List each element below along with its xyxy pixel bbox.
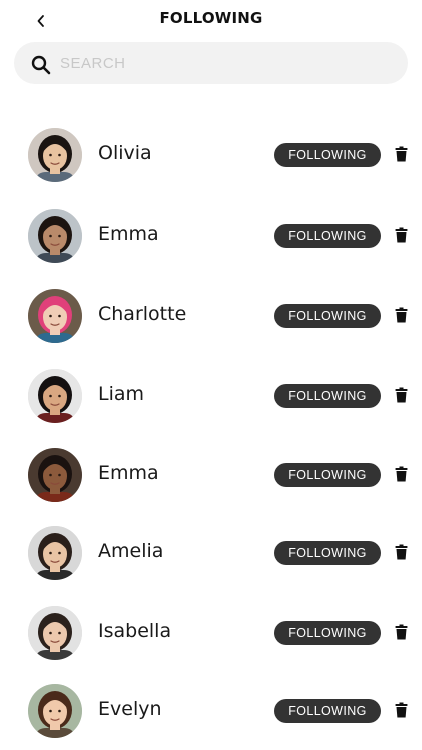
avatar-image	[28, 209, 82, 263]
user-name: Emma	[98, 462, 159, 484]
delete-button[interactable]	[393, 701, 409, 719]
following-button[interactable]: FOLLOWING	[274, 143, 381, 167]
following-list: Olivia FOLLOWING Emma FOLLOWING Charlotte FOL…	[0, 0, 422, 750]
following-row[interactable]: Liam FOLLOWING	[0, 361, 422, 431]
avatar-image	[28, 128, 82, 182]
delete-button[interactable]	[393, 306, 409, 324]
user-name: Olivia	[98, 142, 152, 164]
user-name: Charlotte	[98, 303, 187, 325]
avatar[interactable]	[28, 448, 82, 502]
trash-icon	[395, 387, 407, 403]
avatar[interactable]	[28, 684, 82, 738]
avatar[interactable]	[28, 289, 82, 343]
following-row[interactable]: Emma FOLLOWING	[0, 440, 422, 510]
avatar[interactable]	[28, 606, 82, 660]
trash-icon	[395, 702, 407, 718]
user-name: Liam	[98, 383, 145, 405]
delete-button[interactable]	[393, 226, 409, 244]
following-button[interactable]: FOLLOWING	[274, 699, 381, 723]
avatar-image	[28, 289, 82, 343]
following-button[interactable]: FOLLOWING	[274, 541, 381, 565]
trash-icon	[395, 307, 407, 323]
delete-button[interactable]	[393, 145, 409, 163]
trash-icon	[395, 624, 407, 640]
user-name: Evelyn	[98, 698, 162, 720]
following-button[interactable]: FOLLOWING	[274, 384, 381, 408]
avatar-image	[28, 369, 82, 423]
following-button[interactable]: FOLLOWING	[274, 621, 381, 645]
following-row[interactable]: Charlotte FOLLOWING	[0, 281, 422, 351]
following-row[interactable]: Evelyn FOLLOWING	[0, 676, 422, 746]
avatar-image	[28, 606, 82, 660]
avatar[interactable]	[28, 526, 82, 580]
avatar-image	[28, 684, 82, 738]
avatar[interactable]	[28, 369, 82, 423]
delete-button[interactable]	[393, 465, 409, 483]
delete-button[interactable]	[393, 623, 409, 641]
user-name: Amelia	[98, 540, 164, 562]
following-row[interactable]: Emma FOLLOWING	[0, 201, 422, 271]
following-row[interactable]: Isabella FOLLOWING	[0, 598, 422, 668]
delete-button[interactable]	[393, 386, 409, 404]
trash-icon	[395, 544, 407, 560]
trash-icon	[395, 227, 407, 243]
following-button[interactable]: FOLLOWING	[274, 224, 381, 248]
avatar[interactable]	[28, 128, 82, 182]
avatar-image	[28, 448, 82, 502]
following-button[interactable]: FOLLOWING	[274, 463, 381, 487]
avatar-image	[28, 526, 82, 580]
following-button[interactable]: FOLLOWING	[274, 304, 381, 328]
delete-button[interactable]	[393, 543, 409, 561]
trash-icon	[395, 146, 407, 162]
trash-icon	[395, 466, 407, 482]
following-row[interactable]: Olivia FOLLOWING	[0, 120, 422, 190]
avatar[interactable]	[28, 209, 82, 263]
user-name: Isabella	[98, 620, 172, 642]
following-row[interactable]: Amelia FOLLOWING	[0, 518, 422, 588]
user-name: Emma	[98, 223, 159, 245]
